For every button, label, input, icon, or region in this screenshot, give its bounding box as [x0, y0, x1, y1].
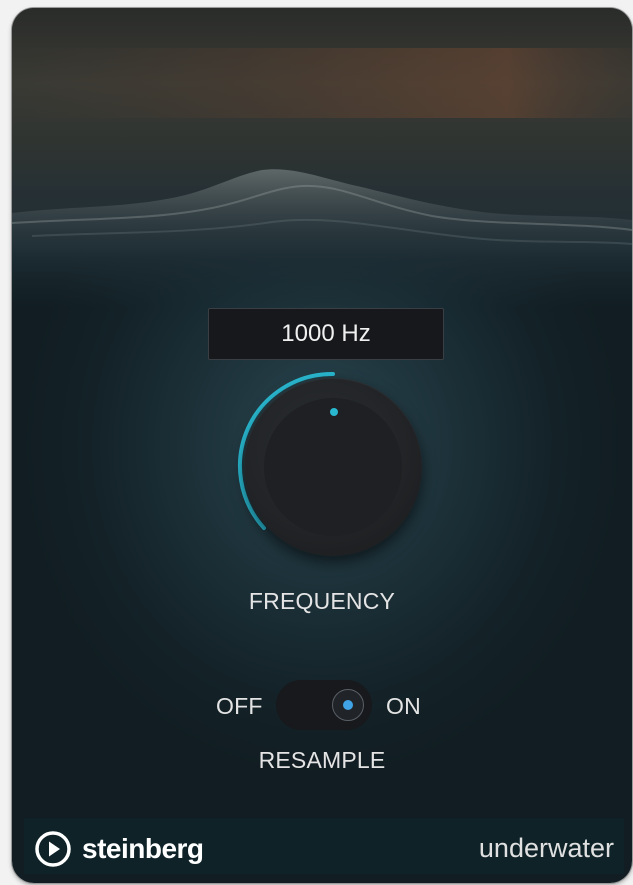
toggle-thumb	[332, 689, 364, 721]
resample-toggle[interactable]	[276, 680, 372, 730]
plugin-window: 1000 Hz FREQUENCY OFF ON RESAMPLE steinb…	[12, 8, 632, 883]
knob-face	[264, 398, 402, 536]
footer-bar: steinberg underwater	[24, 818, 624, 874]
frequency-knob-container[interactable]	[226, 370, 422, 564]
product-name: underwater	[478, 833, 614, 863]
frequency-value-text: 1000 Hz	[281, 320, 371, 347]
steinberg-logo: steinberg	[34, 830, 204, 868]
frequency-knob[interactable]	[244, 378, 422, 556]
play-circle-icon	[35, 831, 71, 867]
knob-indicator-dot	[330, 408, 338, 416]
resample-off-label: OFF	[216, 693, 263, 719]
frequency-value-display[interactable]: 1000 Hz	[208, 308, 444, 360]
water-surface-background	[12, 8, 632, 308]
brand-name: steinberg	[82, 833, 204, 864]
frequency-label: FREQUENCY	[248, 588, 396, 614]
resample-label: RESAMPLE	[258, 747, 386, 773]
resample-on-label: ON	[386, 693, 421, 719]
